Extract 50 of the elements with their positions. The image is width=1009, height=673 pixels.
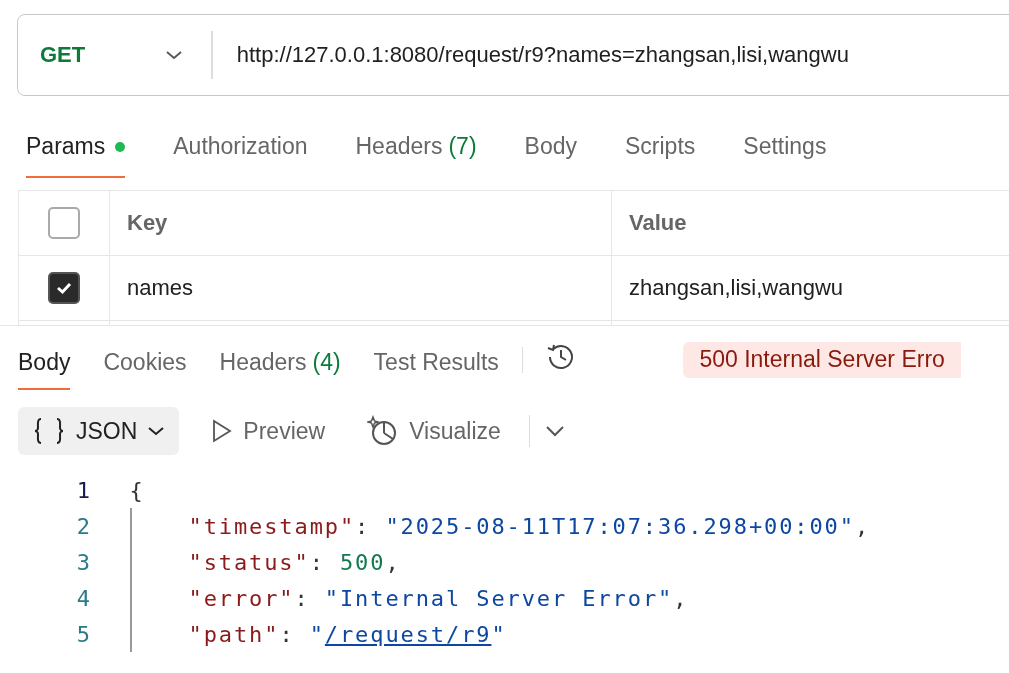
param-key-cell[interactable]: names: [110, 256, 612, 320]
chevron-down-icon[interactable]: [544, 424, 567, 438]
code-token: ": [309, 621, 325, 647]
method-dropdown[interactable]: GET: [18, 30, 212, 80]
code-token: "2025-08-11T17:07:36.298+00:00": [385, 513, 855, 539]
code-token: ": [491, 621, 507, 647]
code-token: 500: [339, 549, 386, 575]
code-token: {: [129, 477, 145, 503]
code-token: "error": [188, 585, 295, 611]
line-number: 2: [75, 513, 90, 539]
status-badge: 500 Internal Server Erro: [683, 342, 961, 378]
line-number: 4: [75, 585, 90, 611]
chevron-down-icon: [165, 49, 184, 61]
select-all-checkbox[interactable]: [48, 207, 80, 239]
code-token: "timestamp": [188, 513, 356, 539]
code-token: :: [309, 549, 326, 575]
preview-button[interactable]: Preview: [201, 407, 336, 455]
row-checkbox[interactable]: [48, 272, 80, 304]
url-field[interactable]: GET http://127.0.0.1:8080/request/r9?names=zhangsan,lisi,wangwu: [17, 14, 1009, 96]
line-number: 1: [75, 477, 90, 503]
response-tab[interactable]: Headers (4): [219, 349, 341, 390]
code-token: "path": [188, 621, 280, 647]
path-link[interactable]: /request/r9: [324, 621, 492, 647]
response-tab[interactable]: Test Results: [373, 349, 499, 390]
line-number: 3: [75, 549, 90, 575]
visualize-button[interactable]: Visualize: [357, 407, 511, 455]
code-token: ,: [673, 585, 689, 611]
code-token: "status": [188, 549, 310, 575]
code-token: "Internal Server Error": [324, 585, 674, 611]
code-token: :: [355, 513, 372, 539]
format-dropdown[interactable]: JSON: [18, 407, 180, 455]
chevron-down-icon: [147, 425, 166, 437]
request-tab[interactable]: Headers (7): [355, 133, 477, 178]
code-token: :: [294, 585, 311, 611]
response-tab[interactable]: Cookies: [103, 349, 187, 390]
code-token: ,: [385, 549, 401, 575]
code-token: ,: [854, 513, 871, 539]
param-value-cell[interactable]: zhangsan,lisi,wangwu: [612, 256, 1009, 320]
braces-icon: [32, 416, 66, 446]
line-number: 5: [75, 621, 90, 647]
request-tab[interactable]: Settings: [743, 133, 827, 178]
request-tab[interactable]: Scripts: [625, 133, 696, 178]
request-tab[interactable]: Params: [26, 133, 126, 178]
code-token: :: [279, 621, 296, 647]
column-header: Value: [628, 209, 688, 237]
request-tab[interactable]: Body: [524, 133, 577, 178]
play-icon: [211, 419, 234, 443]
response-tab[interactable]: Body: [18, 349, 71, 390]
column-header: Key: [110, 191, 612, 255]
request-tab[interactable]: Authorization: [173, 133, 308, 178]
